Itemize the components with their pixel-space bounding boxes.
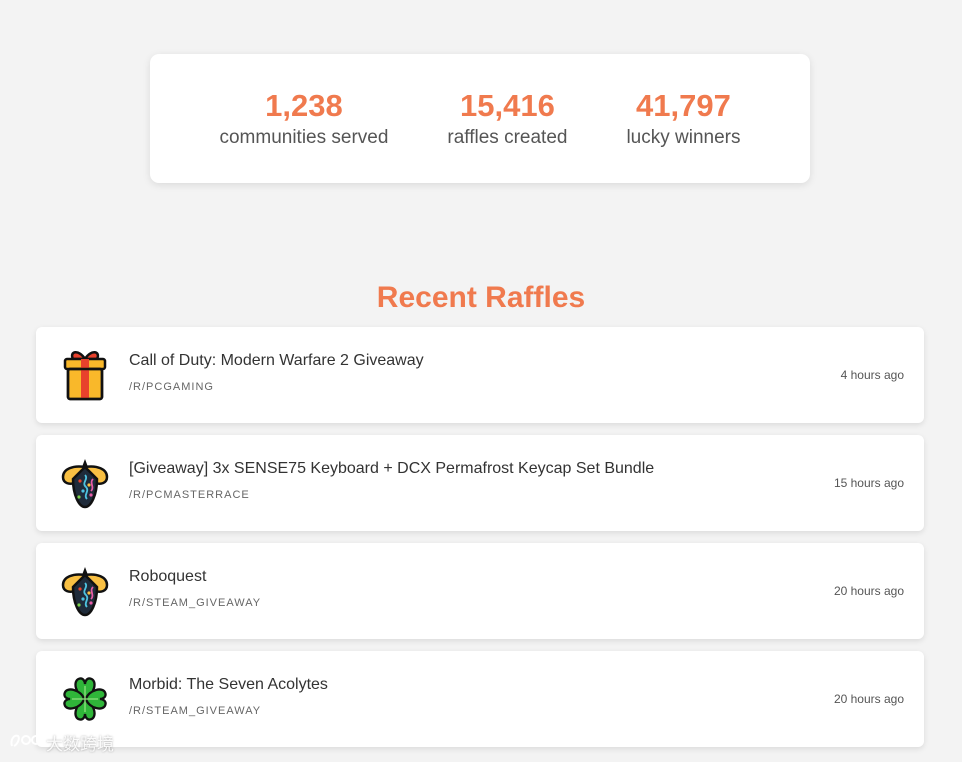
raffle-subreddit[interactable]: /R/STEAM_GIVEAWAY: [129, 705, 924, 717]
raffle-time: 4 hours ago: [840, 368, 904, 382]
stat-winners: 41,797 lucky winners: [626, 88, 740, 150]
stat-raffles: 15,416 raffles created: [447, 88, 567, 150]
party-popper-icon: [59, 455, 111, 511]
stat-label: lucky winners: [626, 126, 741, 148]
raffle-item[interactable]: Roboquest /R/STEAM_GIVEAWAY 20 hours ago: [36, 543, 924, 639]
stat-number: 1,238: [265, 87, 343, 123]
raffle-subreddit[interactable]: /R/PCMASTERRACE: [129, 489, 924, 501]
stat-label: communities served: [219, 126, 389, 148]
raffle-title[interactable]: Call of Duty: Modern Warfare 2 Giveaway: [129, 351, 924, 371]
raffle-title[interactable]: Roboquest: [129, 567, 924, 587]
raffle-body: Roboquest /R/STEAM_GIVEAWAY: [129, 568, 924, 609]
raffle-subreddit[interactable]: /R/PCGAMING: [129, 381, 924, 393]
party-popper-icon: [59, 563, 111, 619]
stats-card: 1,238 communities served 15,416 raffles …: [150, 54, 810, 183]
raffle-body: [Giveaway] 3x SENSE75 Keyboard + DCX Per…: [129, 460, 924, 501]
four-leaf-clover-icon: [59, 671, 111, 727]
gift-icon: [59, 347, 111, 403]
stat-number: 41,797: [636, 87, 731, 123]
raffle-time: 20 hours ago: [833, 692, 904, 706]
raffle-list: Call of Duty: Modern Warfare 2 Giveaway …: [36, 327, 924, 759]
raffle-item[interactable]: Call of Duty: Modern Warfare 2 Giveaway …: [36, 327, 924, 423]
stat-communities: 1,238 communities served: [219, 88, 388, 150]
stat-label: raffles created: [447, 126, 568, 148]
raffle-time: 20 hours ago: [833, 584, 904, 598]
watermark: 大数跨境: [8, 730, 114, 755]
section-title: Recent Raffles: [376, 281, 586, 314]
watermark-text: 大数跨境: [46, 735, 114, 754]
raffle-time: 15 hours ago: [833, 476, 904, 490]
raffle-body: Morbid: The Seven Acolytes /R/STEAM_GIVE…: [129, 676, 924, 717]
raffle-subreddit[interactable]: /R/STEAM_GIVEAWAY: [129, 597, 924, 609]
raffle-item[interactable]: Morbid: The Seven Acolytes /R/STEAM_GIVE…: [36, 651, 924, 747]
raffle-body: Call of Duty: Modern Warfare 2 Giveaway …: [129, 352, 924, 393]
raffle-title[interactable]: [Giveaway] 3x SENSE75 Keyboard + DCX Per…: [129, 459, 924, 479]
raffle-title[interactable]: Morbid: The Seven Acolytes: [129, 675, 924, 695]
raffle-item[interactable]: [Giveaway] 3x SENSE75 Keyboard + DCX Per…: [36, 435, 924, 531]
watermark-logo-icon: [8, 730, 42, 755]
stat-number: 15,416: [460, 87, 555, 123]
